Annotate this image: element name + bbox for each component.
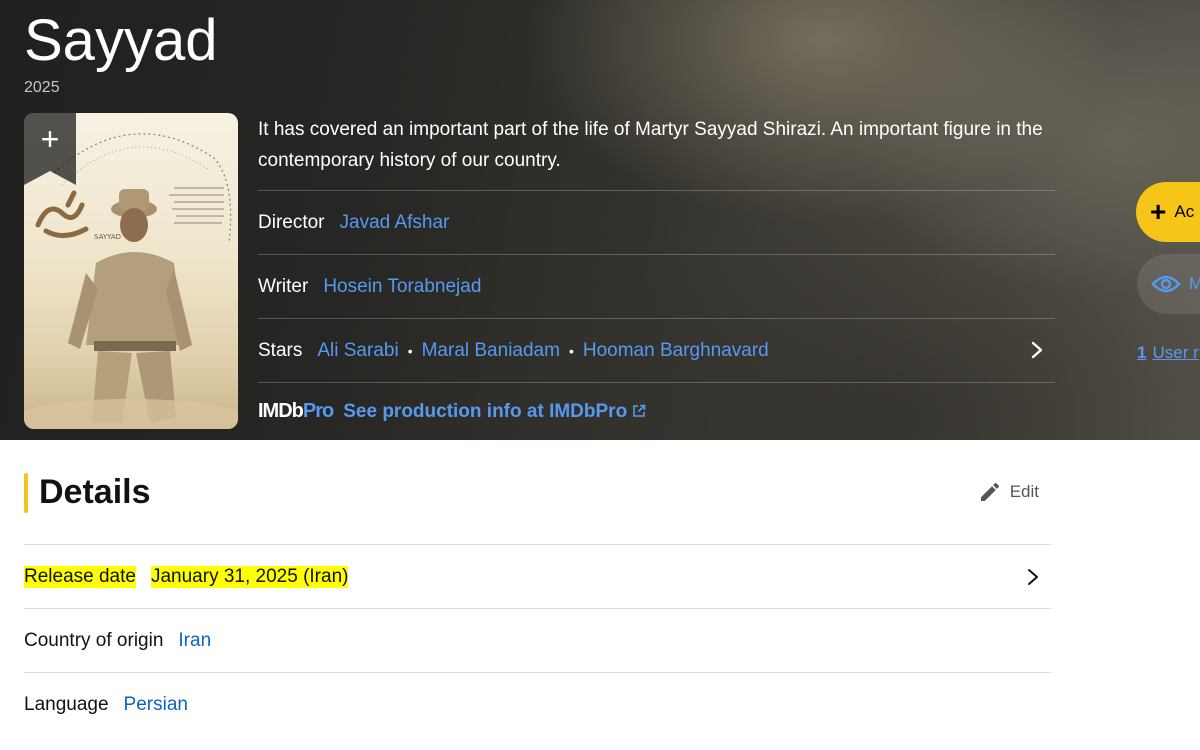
user-reviews-label: User r [1152, 343, 1199, 362]
release-year-link[interactable]: 2025 [24, 79, 60, 97]
stars-label: Stars [258, 339, 303, 361]
credit-director-row: Director Javad Afshar [258, 190, 1055, 254]
imdbpro-logo[interactable]: IMDbPro [258, 400, 334, 423]
release-date-link[interactable]: January 31, 2025 (Iran) [150, 565, 349, 588]
chevron-right-icon[interactable] [1027, 339, 1047, 361]
writer-link[interactable]: Hosein Torabnejad [323, 276, 481, 298]
separator-dot: • [407, 342, 413, 359]
user-reviews-count: 1 [1137, 343, 1147, 362]
star-link[interactable]: Ali Sarabi [317, 340, 398, 362]
imdbpro-logo-imdb: IMDb [258, 400, 304, 422]
release-date-label: Release date [24, 565, 136, 588]
poster-image[interactable]: SAYYAD + [24, 113, 238, 429]
user-reviews-link[interactable]: 1 User r [1137, 343, 1199, 363]
plus-icon: + [1150, 196, 1167, 227]
mark-as-watched-button[interactable]: M [1137, 254, 1200, 314]
svg-text:SAYYAD: SAYYAD [94, 233, 121, 241]
external-link-icon [633, 404, 646, 417]
page-title: Sayyad [24, 8, 218, 73]
pencil-icon [980, 482, 999, 501]
watchlist-button-label: Ac [1174, 202, 1195, 221]
country-label: Country of origin [24, 629, 164, 651]
imdbpro-link[interactable]: See production info at IMDbPro [343, 401, 646, 423]
language-row: Language Persian [24, 672, 1051, 736]
imdbpro-link-text: See production info at IMDbPro [343, 400, 628, 422]
chevron-right-icon[interactable] [1023, 566, 1043, 588]
language-label: Language [24, 693, 109, 715]
writer-label: Writer [258, 275, 309, 297]
country-of-origin-row: Country of origin Iran [24, 608, 1051, 672]
star-link[interactable]: Hooman Barghnavard [583, 340, 769, 362]
star-link[interactable]: Maral Baniadam [422, 340, 560, 362]
plot-summary: It has covered an important part of the … [258, 119, 1043, 171]
section-accent-bar [24, 473, 28, 513]
edit-button[interactable]: Edit [978, 480, 1039, 504]
credit-stars-row[interactable]: Stars Ali Sarabi • Maral Baniadam • Hoom… [258, 318, 1055, 382]
credit-writer-row: Writer Hosein Torabnejad [258, 254, 1055, 318]
imdbpro-logo-pro: Pro [302, 400, 334, 422]
details-header: Details Edit [24, 472, 1051, 513]
release-date-row[interactable]: Release date January 31, 2025 (Iran) [24, 544, 1051, 608]
poster-watchlist-ribbon[interactable]: + [24, 113, 76, 185]
imdbpro-row: IMDbPro See production info at IMDbPro [258, 382, 1055, 440]
watched-button-label: M [1189, 274, 1200, 293]
country-link[interactable]: Iran [178, 630, 211, 652]
details-heading: Details [39, 473, 151, 511]
plus-icon: + [40, 121, 60, 157]
edit-label: Edit [1009, 482, 1039, 501]
separator-dot: • [568, 342, 574, 359]
director-link[interactable]: Javad Afshar [340, 212, 450, 234]
add-to-watchlist-button[interactable]: + Ac [1136, 182, 1200, 242]
language-link[interactable]: Persian [124, 694, 188, 716]
director-label: Director [258, 211, 325, 233]
title-hero: Sayyad 2025 SAYYAD + It has covered an i… [0, 0, 1200, 440]
eye-icon [1151, 275, 1181, 293]
